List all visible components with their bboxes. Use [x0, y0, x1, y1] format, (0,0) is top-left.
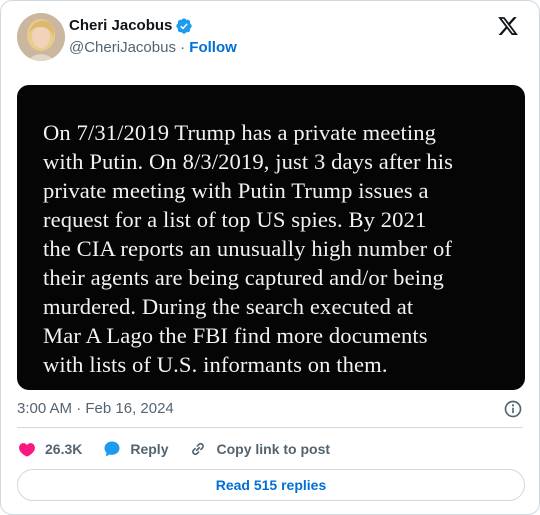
timestamp[interactable]: 3:00 AM · Feb 16, 2024: [17, 400, 174, 417]
like-count: 26.3K: [45, 441, 83, 457]
x-logo-icon[interactable]: [497, 15, 519, 37]
divider: [17, 427, 523, 428]
copy-link-button[interactable]: Copy link to post: [188, 439, 330, 459]
author-info: Cheri Jacobus @CheriJacobus · Follow: [69, 16, 237, 58]
like-button[interactable]: 26.3K: [17, 439, 82, 459]
reply-bubble-icon: [104, 441, 120, 457]
heart-icon: [19, 443, 35, 457]
author-handle[interactable]: @CheriJacobus: [69, 39, 176, 56]
handle-separator: ·: [175, 39, 190, 56]
link-icon: [192, 442, 205, 456]
handle-row: @CheriJacobus · Follow: [69, 38, 237, 58]
reply-label: Reply: [130, 441, 169, 457]
action-bar: 26.3K Reply Copy link to post: [17, 438, 523, 460]
avatar-image: [17, 13, 65, 61]
avatar[interactable]: [17, 13, 65, 61]
reply-button[interactable]: Reply: [102, 439, 168, 459]
media-text: On 7/31/2019 Trump has a private meeting…: [43, 120, 454, 377]
tweet-media-image[interactable]: On 7/31/2019 Trump has a private meeting…: [17, 85, 525, 390]
author-name-row[interactable]: Cheri Jacobus: [69, 16, 193, 36]
tweet-header: Cheri Jacobus @CheriJacobus · Follow: [17, 13, 523, 61]
read-replies-button[interactable]: Read 515 replies: [17, 469, 525, 501]
verified-badge-icon: [176, 18, 193, 34]
tweet-card: Cheri Jacobus @CheriJacobus · Follow On …: [0, 0, 540, 515]
author-name[interactable]: Cheri Jacobus: [69, 16, 172, 36]
follow-button[interactable]: Follow: [189, 39, 237, 56]
info-icon[interactable]: [503, 399, 523, 419]
timestamp-row: 3:00 AM · Feb 16, 2024: [17, 399, 523, 419]
copy-link-label: Copy link to post: [216, 441, 331, 457]
